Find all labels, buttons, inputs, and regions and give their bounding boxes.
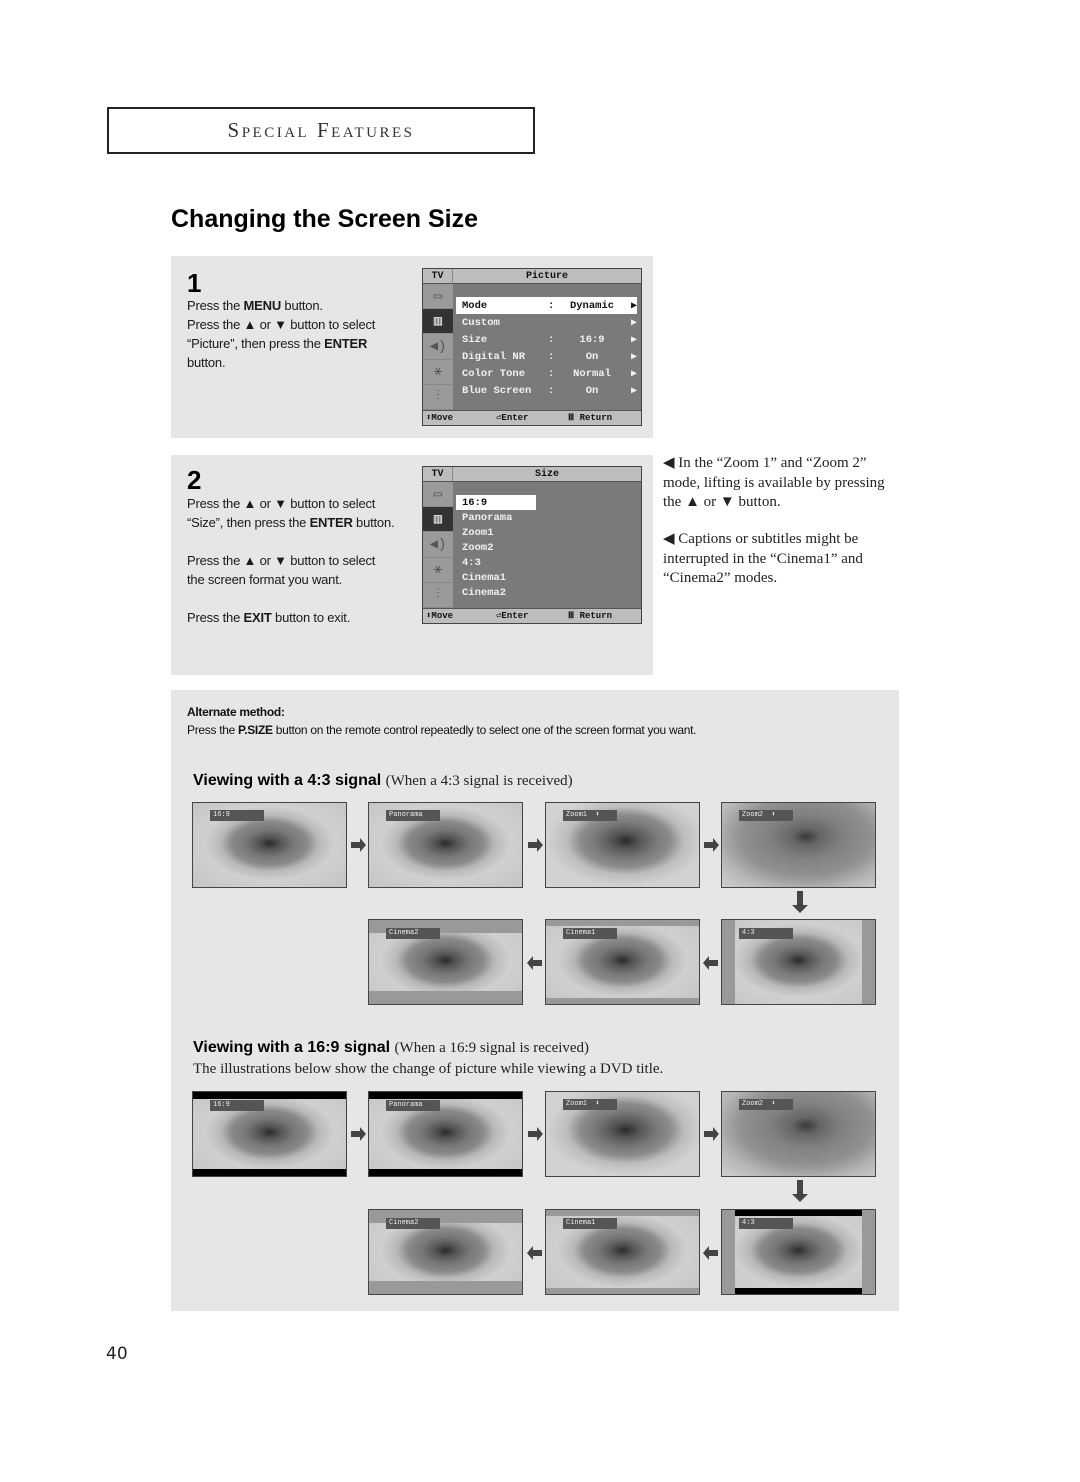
arrow-right-icon: ▶ [630, 385, 637, 397]
view-43-heading: Viewing with a 4:3 signal (When a 4:3 si… [193, 772, 573, 789]
input-icon: ▭ [423, 284, 453, 310]
arrow-right-icon [528, 1127, 543, 1141]
osd-picture-menu: TV Picture ▭ ▥ ◀) ⚹ ⫶ Mode: Dynamic ▶ Cust… [422, 268, 642, 426]
size-option[interactable]: Panorama [456, 510, 536, 525]
osd-menu-item-digital-nr[interactable]: Digital NR: On ▶ [456, 348, 637, 365]
view-169-heading: Viewing with a 16:9 signal (When a 16:9 … [193, 1039, 590, 1056]
arrow-right-icon: ▶ [630, 334, 637, 346]
instruction-line: Press the ▲ or ▼ button to select [187, 553, 376, 568]
osd-menu-item-color-tone[interactable]: Color Tone: Normal ▶ [456, 365, 637, 382]
size-option[interactable]: Cinema1 [456, 570, 536, 585]
alternate-method-text: Press the P.SIZE button on the remote co… [187, 723, 697, 737]
step-number: 2 [187, 465, 202, 495]
sound-icon: ◀) [423, 532, 453, 558]
osd-title: Picture [525, 271, 568, 282]
instruction-line: Press the EXIT button to exit. [187, 610, 351, 625]
osd-menu-item-mode[interactable]: Mode: Dynamic ▶ [456, 297, 637, 314]
arrow-left-icon [527, 1246, 542, 1260]
page-title: Changing the Screen Size [171, 205, 479, 233]
thumb-43-16-9: 16:9 [192, 802, 347, 888]
size-option[interactable]: 4:3 [456, 555, 536, 570]
instruction-line: Press the ▲ or ▼ button to select [187, 317, 376, 332]
step-number: 1 [187, 268, 202, 298]
thumb-169-cinema1: Cinema1 [545, 1209, 700, 1295]
size-option[interactable]: 16:9 [456, 495, 536, 510]
view-169-description: The illustrations below show the change … [193, 1061, 664, 1077]
osd-size-options: 16:9 Panorama Zoom1 Zoom2 4:3 Cinema1 Ci… [453, 482, 641, 608]
arrow-left-icon [703, 1246, 718, 1260]
thumb-169-zoom1: Zoom1 ⬍ [545, 1091, 700, 1177]
picture-icon: ▥ [423, 309, 453, 335]
arrow-right-icon: ▶ [630, 317, 637, 329]
section-header-text: Special Features [227, 118, 415, 142]
channel-antenna-icon: ⚹ [423, 558, 453, 583]
move-hint: ⬍Move [426, 611, 454, 621]
osd-tv-label: TV [423, 467, 453, 481]
section-header: Special Features [107, 107, 535, 154]
step-2-instructions: Press the ▲ or ▼ button to select “Size”… [187, 494, 395, 627]
arrow-right-icon: ▶ [630, 351, 637, 363]
thumb-43-zoom2: Zoom2 ⬍ [721, 802, 876, 888]
osd-menu-item-blue-screen[interactable]: Blue Screen: On ▶ [456, 382, 637, 399]
return-hint: Ⅲ Return [568, 611, 613, 621]
note-captions: ◀ Captions or subtitles might be interru… [663, 531, 863, 586]
note-zoom-lifting: ◀ In the “Zoom 1” and “Zoom 2” mode, lif… [663, 455, 885, 510]
osd-footer: ⬍Move ⏎Enter Ⅲ Return [423, 410, 641, 425]
size-option[interactable]: Zoom1 [456, 525, 536, 540]
picture-icon: ▥ [423, 507, 453, 533]
arrow-down-icon [792, 1180, 808, 1202]
arrow-down-icon [792, 891, 808, 913]
alternate-method-panel: Alternate method: Press the P.SIZE butto… [171, 690, 899, 1311]
alternate-method-title: Alternate method: [187, 705, 285, 719]
move-hint: ⬍Move [426, 413, 454, 423]
arrow-right-icon [351, 838, 366, 852]
arrow-left-icon [703, 956, 718, 970]
thumb-43-cinema1: Cinema1 [545, 919, 700, 1005]
page-number: 40 [106, 1344, 128, 1364]
instruction-line: Press the ▲ or ▼ button to select [187, 496, 376, 511]
osd-tv-label: TV [423, 269, 453, 283]
instruction-line: button. [187, 355, 226, 370]
thumb-43-panorama: Panorama [368, 802, 523, 888]
instruction-line: “Size”, then press the ENTER button. [187, 515, 395, 530]
enter-hint: ⏎Enter [496, 413, 529, 423]
osd-menu-item-custom[interactable]: Custom ▶ [456, 314, 637, 331]
instruction-line: “Picture”, then press the ENTER [187, 336, 368, 351]
arrow-right-icon: ▶ [630, 300, 637, 312]
input-icon: ▭ [423, 482, 453, 508]
osd-footer: ⬍Move ⏎Enter Ⅲ Return [423, 608, 641, 623]
arrow-right-icon [704, 1127, 719, 1141]
step-1-instructions: Press the MENU button. Press the ▲ or ▼ … [187, 296, 375, 372]
setup-sliders-icon: ⫶ [423, 385, 453, 411]
arrow-right-icon [528, 838, 543, 852]
osd-sidebar: ▭ ▥ ◀) ⚹ ⫶ [423, 284, 453, 411]
arrow-right-icon [704, 838, 719, 852]
return-hint: Ⅲ Return [568, 413, 613, 423]
setup-sliders-icon: ⫶ [423, 583, 453, 609]
osd-title: Size [534, 469, 559, 480]
osd-menu-item-size[interactable]: Size:16:9 ▶ [456, 331, 637, 348]
instruction-line: Press the MENU button. [187, 298, 323, 313]
arrow-left-icon [527, 956, 542, 970]
thumb-169-16-9: 16:9 [192, 1091, 347, 1177]
arrow-right-icon [351, 1127, 366, 1141]
size-option[interactable]: Zoom2 [456, 540, 536, 555]
thumb-169-4-3: 4:3 [721, 1209, 876, 1295]
arrow-right-icon: ▶ [630, 368, 637, 380]
size-option[interactable]: Cinema2 [456, 585, 536, 600]
thumb-43-4-3: 4:3 [721, 919, 876, 1005]
thumb-43-zoom1: Zoom1 ⬍ [545, 802, 700, 888]
osd-size-menu: TV Size ▭ ▥ ◀) ⚹ ⫶ 16:9 Panorama Zoom1 Z… [422, 466, 642, 624]
osd-menu-list: Mode: Dynamic ▶ Custom ▶ Size:16:9 ▶ Digital… [453, 284, 641, 410]
instruction-line: the screen format you want. [187, 572, 343, 587]
sound-icon: ◀) [423, 334, 453, 360]
thumb-43-cinema2: Cinema2 [368, 919, 523, 1005]
thumb-169-cinema2: Cinema2 [368, 1209, 523, 1295]
enter-hint: ⏎Enter [496, 611, 529, 621]
thumb-169-panorama: Panorama [368, 1091, 523, 1177]
thumb-169-zoom2: Zoom2 ⬍ [721, 1091, 876, 1177]
channel-antenna-icon: ⚹ [423, 360, 453, 385]
osd-sidebar: ▭ ▥ ◀) ⚹ ⫶ [423, 482, 453, 609]
